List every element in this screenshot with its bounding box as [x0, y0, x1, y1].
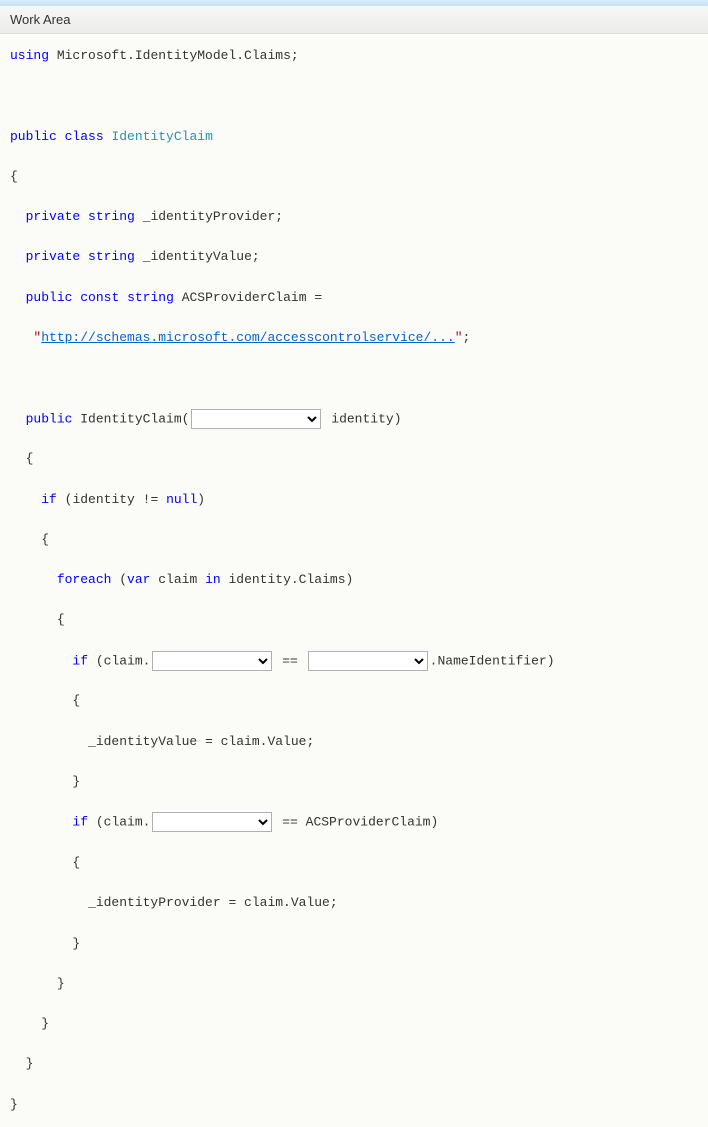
keyword-public: public — [10, 129, 57, 144]
namespace: Microsoft.IdentityModel.Claims — [57, 48, 291, 63]
panel-title: Work Area — [10, 12, 70, 27]
code-line: { — [10, 449, 698, 469]
code-line: _identityValue = claim.Value; — [10, 732, 698, 752]
code-line: } — [10, 1014, 698, 1034]
code-line: { — [10, 691, 698, 711]
code-line: { — [10, 167, 698, 187]
class-name: IdentityClaim — [111, 129, 212, 144]
keyword-using: using — [10, 48, 49, 63]
code-line: using Microsoft.IdentityModel.Claims; — [10, 46, 698, 66]
code-editor[interactable]: using Microsoft.IdentityModel.Claims; pu… — [0, 34, 708, 1127]
code-line: } — [10, 934, 698, 954]
code-line: } — [10, 974, 698, 994]
keyword-class: class — [65, 129, 104, 144]
code-line: foreach (var claim in identity.Claims) — [10, 570, 698, 590]
code-line: if (identity != null) — [10, 490, 698, 510]
claim-value-dropdown[interactable] — [308, 651, 428, 671]
claim-property-dropdown-2[interactable] — [152, 812, 272, 832]
code-line: public const string ACSProviderClaim = — [10, 288, 698, 308]
claim-property-dropdown-1[interactable] — [152, 651, 272, 671]
code-line: { — [10, 853, 698, 873]
code-line: if (claim. == ACSProviderClaim) — [10, 812, 698, 833]
code-line — [10, 86, 698, 106]
code-line: "http://schemas.microsoft.com/accesscont… — [10, 328, 698, 348]
code-line: if (claim. == .NameIdentifier) — [10, 651, 698, 672]
code-line — [10, 368, 698, 388]
code-line: private string _identityValue; — [10, 247, 698, 267]
code-line: private string _identityProvider; — [10, 207, 698, 227]
code-line: } — [10, 1095, 698, 1115]
code-line: } — [10, 772, 698, 792]
code-line: public class IdentityClaim — [10, 127, 698, 147]
code-line: { — [10, 610, 698, 630]
code-line: { — [10, 530, 698, 550]
url-link[interactable]: http://schemas.microsoft.com/accesscontr… — [41, 330, 454, 345]
code-line: public IdentityClaim( identity) — [10, 409, 698, 430]
panel-header: Work Area — [0, 6, 708, 34]
param-type-dropdown[interactable] — [191, 409, 321, 429]
code-line: _identityProvider = claim.Value; — [10, 893, 698, 913]
code-line: } — [10, 1054, 698, 1074]
